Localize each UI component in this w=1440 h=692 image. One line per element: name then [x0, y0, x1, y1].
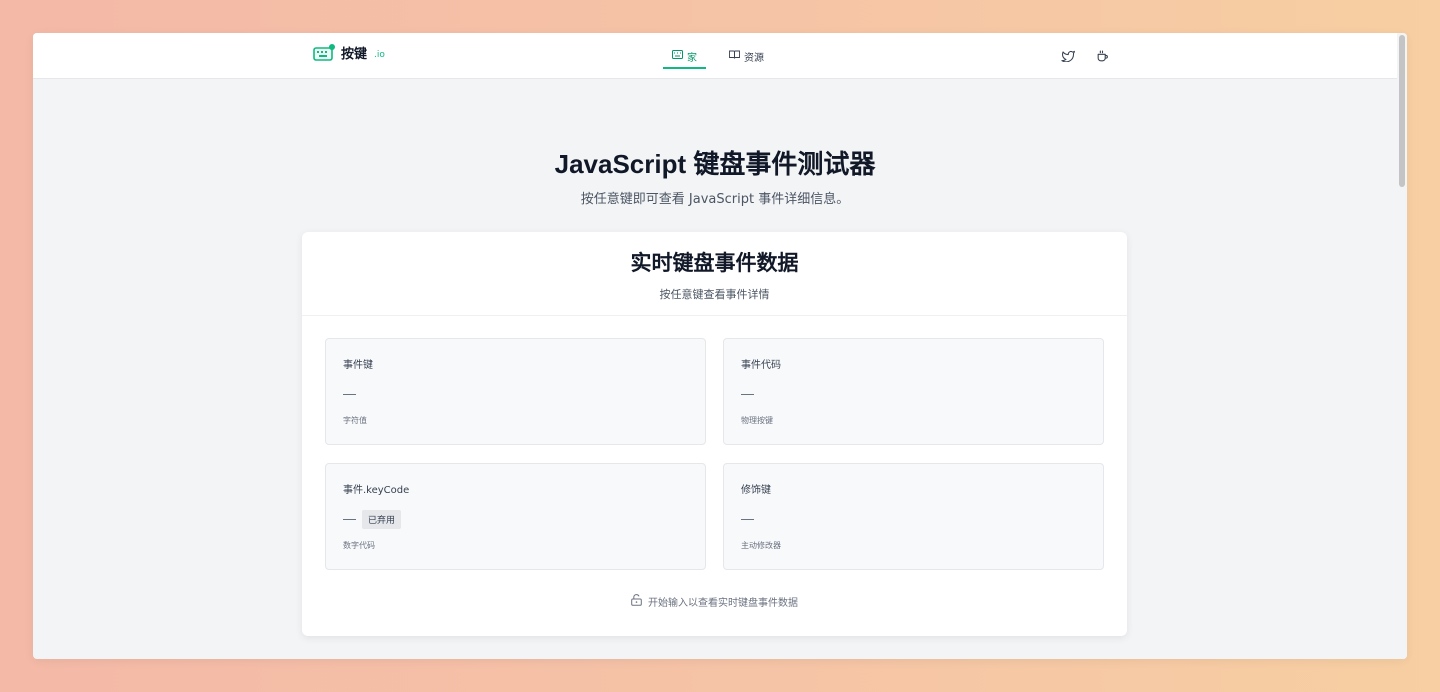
browser-window: 按键 .io 家 资源 JavaScript 键盘事件测试器 按任意键即可查看 …: [33, 33, 1407, 659]
nav-item-label: 资源: [744, 52, 764, 64]
tile-event-keycode: 事件.keyCode 已弃用 数字代码: [325, 463, 706, 570]
scrollbar-thumb[interactable]: [1399, 35, 1405, 187]
nav-item-resources[interactable]: 资源: [720, 33, 773, 79]
coffee-icon[interactable]: [1093, 47, 1111, 65]
top-navbar: 按键 .io 家 资源: [33, 33, 1397, 79]
scrollbar[interactable]: [1397, 33, 1407, 659]
tile-event-code: 事件代码 物理按键: [723, 338, 1104, 445]
keyboard-icon: [672, 50, 683, 62]
logo[interactable]: 按键 .io: [313, 43, 385, 62]
tile-value: [741, 385, 1086, 403]
nav-item-home[interactable]: 家: [663, 33, 706, 79]
lock-open-icon: [631, 594, 642, 609]
nav-item-label: 家: [687, 52, 697, 64]
tile-label: 事件.keyCode: [343, 485, 410, 496]
header-actions: [1059, 47, 1111, 65]
card-subtitle: 按任意键查看事件详情: [659, 288, 770, 301]
tile-description: 物理按键: [741, 416, 773, 425]
tile-event-key: 事件键 字符值: [325, 338, 706, 445]
tile-description: 数字代码: [343, 541, 375, 550]
main-nav: 家 资源: [663, 33, 773, 79]
page-title: JavaScript 键盘事件测试器: [554, 149, 876, 179]
book-icon: [729, 50, 740, 62]
card-title: 实时键盘事件数据: [630, 251, 799, 275]
empty-value-dash: [343, 518, 356, 520]
tile-value: [741, 510, 1086, 528]
empty-value-dash: [343, 393, 356, 395]
tile-modifier-keys: 修饰键 主动修改器: [723, 463, 1104, 570]
tile-description: 主动修改器: [741, 541, 781, 550]
empty-value-dash: [741, 518, 754, 520]
tile-label: 事件代码: [741, 360, 781, 371]
card-header: 实时键盘事件数据 按任意键查看事件详情: [302, 232, 1127, 316]
tile-value: [343, 385, 688, 403]
empty-value-dash: [741, 393, 754, 395]
event-card: 实时键盘事件数据 按任意键查看事件详情 事件键 字符值 事件代码 物理按键 事件…: [302, 232, 1127, 636]
hint-text: 开始输入以查看实时键盘事件数据: [648, 598, 798, 609]
page-subtitle: 按任意键即可查看 JavaScript 事件详细信息。: [580, 192, 850, 207]
tile-label: 事件键: [343, 360, 373, 371]
tile-value: 已弃用: [343, 509, 688, 529]
logo-suffix: .io: [374, 49, 385, 60]
twitter-icon[interactable]: [1059, 47, 1077, 65]
deprecated-badge: 已弃用: [362, 509, 402, 529]
keyboard-logo-icon: [313, 43, 335, 62]
logo-text: 按键: [341, 47, 368, 62]
tile-description: 字符值: [343, 416, 367, 425]
typing-hint: 开始输入以查看实时键盘事件数据: [302, 594, 1127, 609]
tile-label: 修饰键: [741, 485, 771, 496]
